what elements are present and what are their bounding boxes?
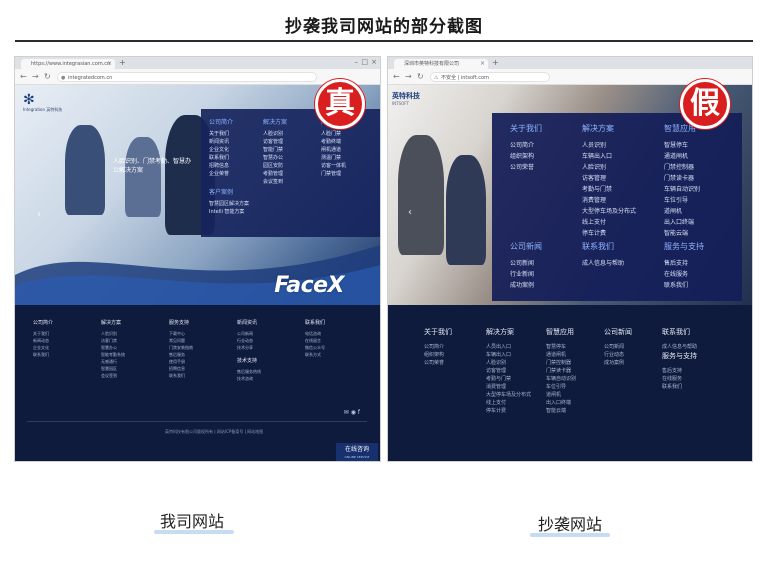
weibo-icon[interactable]: ◉ bbox=[351, 409, 356, 416]
social-icons: ✉ ◉ f bbox=[344, 409, 360, 416]
browser-tab[interactable]: 深圳市英特科技有限公司 × bbox=[394, 59, 488, 69]
dropdown-column: 客户案例 智慧园区解决方案 Intelli 智能方案 bbox=[209, 189, 250, 215]
dropdown-column: 解决方案 人脸识别 访客管理 智能门禁 智慧办公 园区安防 考勤管理 会议签到 bbox=[263, 119, 288, 185]
browser-tabbar: 深圳市英特科技有限公司 × + bbox=[388, 57, 752, 69]
footer-column: 联系我们 成人信息与帮助 bbox=[662, 328, 698, 350]
forward-icon[interactable]: → bbox=[32, 72, 39, 81]
close-icon[interactable]: × bbox=[480, 59, 485, 69]
title-divider bbox=[15, 40, 753, 42]
hero-caption: 人脸识别、门禁考勤、智慧办公解决方案 bbox=[113, 158, 192, 174]
fake-stamp: 假 bbox=[680, 79, 730, 129]
page-title: 抄袭我司网站的部分截图 bbox=[285, 17, 483, 37]
footer-column: 服务支持 下载中心 常见问题 门禁安装指南 售后服务 使用手册 招聘信息 联系我… bbox=[169, 320, 193, 378]
dropdown-column: 公司新闻 公司新闻 行业新闻 成功案例 bbox=[510, 242, 542, 289]
dropdown-column: 智慧应用 智慧停车 通道闸机 门禁控制器 门禁读卡器 车辆自动识别 车位引导 道… bbox=[664, 124, 701, 237]
reload-icon[interactable]: ↻ bbox=[44, 72, 51, 81]
carousel-prev-icon[interactable]: ‹ bbox=[37, 209, 41, 220]
dropdown-column: 关于我们 公司简介 组织架构 公司荣誉 bbox=[510, 124, 542, 171]
footer-column: 解决方案 人脸识别 访客门禁 智慧办公 智能考勤系统 无感通行 智慧园区 会议签… bbox=[101, 320, 125, 378]
hero-person bbox=[125, 137, 161, 217]
nav-dropdown: 关于我们 公司简介 组织架构 公司荣誉 解决方案 人员识别 车辆出入口 人脸识别… bbox=[492, 113, 742, 301]
genuine-stamp: 真 bbox=[315, 79, 365, 129]
warning-icon: ⚠ bbox=[434, 75, 439, 81]
dropdown-column: 服务与支持 售后支持 在线服务 联系我们 bbox=[664, 242, 704, 289]
facebook-icon[interactable]: f bbox=[358, 409, 360, 416]
new-tab-icon[interactable]: + bbox=[119, 58, 126, 67]
footer-column: 解决方案 人员出入口 车辆出入口 人脸识别 访客管理 考勤与门禁 消费管理 大型… bbox=[486, 328, 532, 414]
facex-brand-text: FaceX bbox=[274, 273, 344, 298]
dropdown-column: 联系我们 成人信息与帮助 bbox=[582, 242, 625, 267]
carousel-prev-icon[interactable]: ‹ bbox=[408, 207, 412, 218]
online-consult-button[interactable]: 在线咨询 ONLINE SERVICE bbox=[336, 443, 378, 461]
browser-tab[interactable]: https://www.integrasian.com.cn × bbox=[21, 59, 115, 69]
url-text: integratedcom.cn bbox=[68, 75, 113, 81]
site-logo[interactable]: 英特科技 INTSOFT bbox=[392, 91, 420, 106]
url-input[interactable]: ⚠ 不安全 | intsoft.com bbox=[430, 72, 550, 82]
right-caption-underline bbox=[530, 533, 610, 537]
dropdown-column: 解决方案 人员识别 车辆出入口 人脸识别 访客管理 考勤与门禁 消费管理 大型停… bbox=[582, 124, 637, 237]
forward-icon[interactable]: → bbox=[405, 72, 412, 81]
close-icon[interactable]: × bbox=[107, 59, 112, 69]
browser-tabbar: https://www.integrasian.com.cn × + – □ × bbox=[15, 57, 380, 69]
footer-column: 公司简介 关于我们 新闻动态 企业文化 联系我们 bbox=[33, 320, 54, 357]
wechat-icon[interactable]: ✉ bbox=[344, 409, 349, 416]
copycat-site-screenshot: 深圳市英特科技有限公司 × + ← → ↻ ⚠ 不安全 | intsoft.co… bbox=[387, 56, 753, 462]
new-tab-icon[interactable]: + bbox=[492, 58, 499, 67]
back-icon[interactable]: ← bbox=[393, 72, 400, 81]
right-caption: 抄袭网站 bbox=[537, 515, 602, 534]
url-input[interactable]: ● integratedcom.cn bbox=[57, 72, 317, 82]
footer-column: 服务与支持 售后支持 在线服务 联系我们 bbox=[662, 352, 697, 390]
footer-column: 技术支持 售后服务热线 技术咨询 bbox=[237, 358, 261, 381]
dropdown-column: 公司简介 关于我们 新闻资讯 企业文化 联系我们 招聘信息 企业荣誉 bbox=[209, 119, 234, 177]
genuine-site-screenshot: https://www.integrasian.com.cn × + – □ ×… bbox=[14, 56, 381, 462]
left-caption: 我司网站 bbox=[159, 512, 224, 531]
window-close-icon[interactable]: × bbox=[371, 58, 377, 66]
site-footer: 关于我们 公司简介 组织架构 公司荣誉 解决方案 人员出入口 车辆出入口 人脸识… bbox=[388, 305, 752, 461]
site-footer: 公司简介 关于我们 新闻动态 企业文化 联系我们 解决方案 人脸识别 访客门禁 … bbox=[15, 305, 380, 461]
footer-column: 智慧应用 智慧停车 通道闸机 门禁控制器 门禁读卡器 车辆自动识别 车位引导 道… bbox=[546, 328, 577, 414]
footer-column: 联系我们 电话咨询 在线留言 微信公众号 联系方式 bbox=[305, 320, 326, 357]
back-icon[interactable]: ← bbox=[20, 72, 27, 81]
footer-column: 关于我们 公司简介 组织架构 公司荣誉 bbox=[424, 328, 452, 366]
site-logo[interactable]: ✻ Integration 英特科技 bbox=[23, 92, 62, 117]
hero-person bbox=[65, 125, 105, 215]
minimize-icon[interactable]: – bbox=[355, 58, 359, 66]
footer-column: 新闻资讯 公司新闻 行业动态 技术分享 bbox=[237, 320, 258, 350]
lock-icon: ● bbox=[61, 75, 66, 81]
footer-column: 公司新闻 公司新闻 行业动态 成功案例 bbox=[604, 328, 632, 366]
url-text: 不安全 | intsoft.com bbox=[441, 75, 489, 81]
footer-divider bbox=[27, 421, 367, 422]
hero-person bbox=[398, 135, 444, 255]
logo-icon: ✻ bbox=[23, 92, 35, 108]
tab-title: 深圳市英特科技有限公司 bbox=[404, 61, 460, 67]
hero-person bbox=[446, 155, 486, 265]
left-caption-underline bbox=[154, 530, 234, 534]
tab-title: https://www.integrasian.com.cn bbox=[31, 61, 111, 67]
maximize-icon[interactable]: □ bbox=[361, 58, 368, 66]
nav-dropdown: 公司简介 关于我们 新闻资讯 企业文化 联系我们 招聘信息 企业荣誉 解决方案 … bbox=[201, 109, 380, 237]
copyright-text: 英特科技有限公司版权所有 | 网站ICP备案号 | 网站地图 bbox=[165, 429, 264, 434]
reload-icon[interactable]: ↻ bbox=[417, 72, 424, 81]
